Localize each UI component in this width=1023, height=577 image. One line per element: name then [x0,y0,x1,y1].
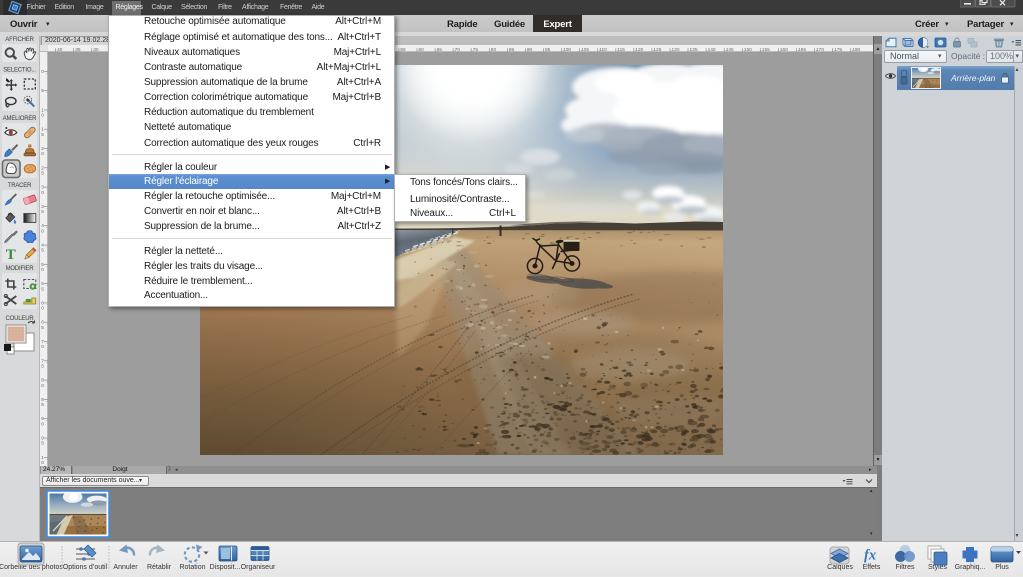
svg-text:100: 100 [563,47,571,53]
svg-text:0: 0 [41,267,44,273]
svg-text:125: 125 [653,47,661,53]
svg-text:75: 75 [473,47,479,53]
svg-text:35: 35 [75,47,81,53]
svg-text:3: 3 [41,185,44,191]
svg-text:AMELIORER: AMELIORER [3,116,37,122]
svg-text:0: 0 [41,383,44,389]
svg-text:8: 8 [41,378,44,384]
svg-text:9: 9 [41,416,44,422]
svg-text:5: 5 [41,364,44,370]
svg-text:7: 7 [41,358,44,364]
svg-text:5: 5 [41,171,44,177]
svg-text:4: 4 [41,243,44,249]
svg-text:0: 0 [41,113,44,119]
svg-text:5: 5 [41,441,44,447]
svg-text:5: 5 [41,88,44,94]
svg-text:5: 5 [41,262,44,268]
svg-text:1: 1 [41,127,44,133]
svg-text:7: 7 [41,339,44,345]
svg-text:3: 3 [41,204,44,210]
svg-text:60: 60 [419,47,425,53]
svg-text:55: 55 [400,47,406,53]
svg-text:0: 0 [41,151,44,157]
svg-text:1: 1 [41,107,44,113]
svg-text:110: 110 [599,47,607,53]
svg-text:0: 0 [41,228,44,234]
svg-text:0: 0 [41,306,44,312]
svg-text:5: 5 [41,402,44,408]
svg-text:65: 65 [437,47,443,53]
svg-text:160: 160 [780,47,788,53]
svg-text:130: 130 [672,47,680,53]
svg-text:5: 5 [41,286,44,292]
svg-text:1: 1 [41,455,44,461]
svg-text:SELECTIO...: SELECTIO... [3,68,36,74]
svg-text:175: 175 [834,47,842,53]
svg-text:180: 180 [852,47,860,53]
svg-text:145: 145 [726,47,734,53]
svg-text:135: 135 [690,47,698,53]
svg-text:MODIFIER: MODIFIER [6,266,35,272]
svg-text:140: 140 [708,47,716,53]
svg-text:0: 0 [41,190,44,196]
svg-text:2: 2 [41,165,44,171]
svg-text:0: 0 [41,421,44,427]
svg-text:170: 170 [816,47,824,53]
svg-text:155: 155 [762,47,770,53]
svg-text:4: 4 [41,223,44,229]
svg-text:6: 6 [41,320,44,326]
svg-text:105: 105 [581,47,589,53]
svg-text:120: 120 [635,47,643,53]
svg-text:6: 6 [41,300,44,306]
svg-text:85: 85 [509,47,515,53]
svg-text:fx: fx [864,548,876,564]
svg-text:30: 30 [93,47,99,53]
svg-text:5: 5 [41,209,44,215]
svg-text:5: 5 [41,248,44,254]
svg-text:2: 2 [41,146,44,152]
svg-text:150: 150 [744,47,752,53]
svg-text:80: 80 [491,47,497,53]
svg-text:90: 90 [527,47,533,53]
svg-text:0: 0 [41,344,44,350]
svg-text:TRACER: TRACER [8,183,32,189]
svg-text:8: 8 [41,397,44,403]
svg-text:165: 165 [798,47,806,53]
svg-text:5: 5 [41,132,44,138]
svg-text:0: 0 [41,69,44,75]
svg-text:9: 9 [41,436,44,442]
svg-text:T: T [6,247,16,263]
svg-text:5: 5 [41,325,44,331]
svg-text:40: 40 [57,47,63,53]
svg-text:115: 115 [617,47,625,53]
svg-text:95: 95 [545,47,551,53]
svg-text:AFFICHER: AFFICHER [5,37,34,43]
svg-text:70: 70 [455,47,461,53]
svg-text:5: 5 [41,281,44,287]
